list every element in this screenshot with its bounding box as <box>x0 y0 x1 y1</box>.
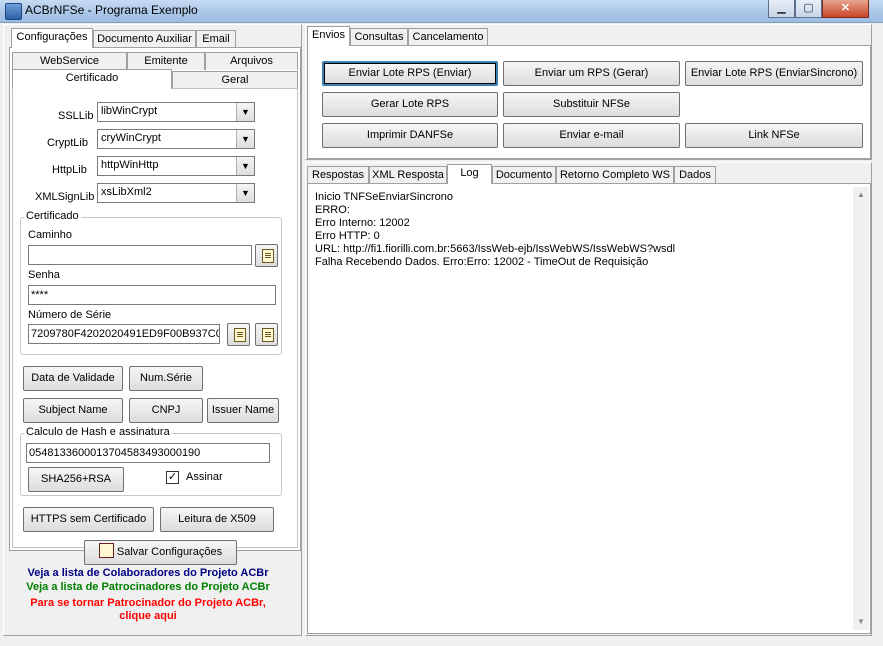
ssllib-value: libWinCrypt <box>101 105 158 117</box>
assinar-checkbox[interactable]: ✓ <box>166 471 179 484</box>
tab-documento-auxiliar[interactable]: Documento Auxiliar <box>93 30 196 48</box>
gerar-lote-rps-button[interactable]: Gerar Lote RPS <box>322 92 498 117</box>
substituir-nfse-button[interactable]: Substituir NFSe <box>503 92 680 117</box>
issuer-name-button[interactable]: Issuer Name <box>207 398 279 423</box>
cnpj-button[interactable]: CNPJ <box>129 398 203 423</box>
log-line: Erro HTTP: 0 <box>315 230 380 242</box>
salvar-configuracoes-button[interactable]: Salvar Configurações <box>84 540 237 565</box>
chevron-down-icon[interactable]: ▼ <box>236 103 254 121</box>
tab-dados[interactable]: Dados <box>674 166 716 184</box>
app-window: ACBrNFSe - Programa Exemplo ▁ ▢ ✕ Config… <box>0 0 883 646</box>
tab-arquivos[interactable]: Arquivos <box>205 52 298 70</box>
subject-name-button[interactable]: Subject Name <box>23 398 123 423</box>
numero-serie-label: Número de Série <box>28 309 112 321</box>
log-textarea[interactable]: Inicio TNFSeEnviarSincrono ERRO: Erro In… <box>311 187 853 630</box>
link-patrocinadores[interactable]: Veja a lista de Patrocinadores do Projet… <box>0 581 298 593</box>
assinar-label: Assinar <box>186 471 223 483</box>
tab-xml-resposta[interactable]: XML Resposta <box>369 166 447 184</box>
sha256-rsa-button[interactable]: SHA256+RSA <box>28 467 124 492</box>
tab-email[interactable]: Email <box>196 30 236 48</box>
select-certificate-button[interactable] <box>227 323 250 346</box>
xmlsignlib-value: xsLibXml2 <box>101 186 152 198</box>
tab-consultas[interactable]: Consultas <box>350 28 408 46</box>
tab-configuracoes[interactable]: Configurações <box>11 28 93 48</box>
right-bottom-panel: Respostas XML Resposta Log Documento Ret… <box>305 162 872 636</box>
scroll-down-icon[interactable]: ▼ <box>853 614 869 630</box>
tab-cancelamento[interactable]: Cancelamento <box>408 28 488 46</box>
minimize-button[interactable]: ▁ <box>768 0 795 18</box>
log-tab-body: Inicio TNFSeEnviarSincrono ERRO: Erro In… <box>307 183 871 634</box>
https-sem-certificado-button[interactable]: HTTPS sem Certificado <box>23 507 154 532</box>
title-bar: ACBrNFSe - Programa Exemplo ▁ ▢ ✕ <box>0 0 883 23</box>
cryptlib-label: CryptLib <box>47 137 88 149</box>
certificado-group-title: Certificado <box>24 210 81 222</box>
certificado-tab-body: SSLLib libWinCrypt ▼ CryptLib cryWinCryp… <box>12 88 298 548</box>
link-clique-aqui[interactable]: clique aqui <box>0 610 298 622</box>
certificado-group: Certificado Caminho Senha **** Número de… <box>20 210 282 355</box>
enviar-email-button[interactable]: Enviar e-mail <box>503 123 680 148</box>
httplib-value: httpWinHttp <box>101 159 159 171</box>
document-icon <box>262 249 274 263</box>
browse-file-button[interactable] <box>255 244 278 267</box>
tab-documento[interactable]: Documento <box>492 166 556 184</box>
numero-serie-input[interactable]: 7209780F4202020491ED9F00B937C02 <box>28 324 220 344</box>
log-line: Erro Interno: 12002 <box>315 217 410 229</box>
log-line: Inicio TNFSeEnviarSincrono <box>315 191 453 203</box>
save-icon <box>98 543 114 558</box>
httplib-label: HttpLib <box>52 164 87 176</box>
hash-group: Calculo de Hash e assinatura 05481336000… <box>20 426 282 496</box>
chevron-down-icon[interactable]: ▼ <box>236 184 254 202</box>
xmlsignlib-select[interactable]: xsLibXml2 ▼ <box>97 183 255 203</box>
cryptlib-value: cryWinCrypt <box>101 132 161 144</box>
num-serie-button[interactable]: Num.Série <box>129 366 203 391</box>
log-scrollbar[interactable]: ▲ ▼ <box>853 187 869 630</box>
tab-webservice[interactable]: WebService <box>12 52 127 70</box>
leitura-x509-button[interactable]: Leitura de X509 <box>160 507 274 532</box>
senha-label: Senha <box>28 269 60 281</box>
log-line: Falha Recebendo Dados. Erro:Erro: 12002 … <box>315 256 649 268</box>
salvar-label: Salvar Configurações <box>116 546 223 558</box>
tab-geral[interactable]: Geral <box>172 71 298 89</box>
config-tab-body: WebService Emitente Arquivos Certificado… <box>9 47 301 551</box>
caminho-input[interactable] <box>28 245 252 265</box>
httplib-select[interactable]: httpWinHttp ▼ <box>97 156 255 176</box>
right-top-panel: Envios Consultas Cancelamento Enviar Lot… <box>305 24 872 160</box>
hash-group-title: Calculo de Hash e assinatura <box>24 426 172 438</box>
ssllib-select[interactable]: libWinCrypt ▼ <box>97 102 255 122</box>
left-panel: Configurações Documento Auxiliar Email W… <box>3 24 302 636</box>
tab-emitente[interactable]: Emitente <box>127 52 205 70</box>
document-icon <box>262 328 274 342</box>
log-line: ERRO: <box>315 204 350 216</box>
xmlsignlib-label: XMLSignLib <box>35 191 95 203</box>
link-nfse-button[interactable]: Link NFSe <box>685 123 863 148</box>
maximize-button[interactable]: ▢ <box>795 0 822 18</box>
chevron-down-icon[interactable]: ▼ <box>236 157 254 175</box>
envios-tab-body: Enviar Lote RPS (Enviar) Enviar um RPS (… <box>307 45 871 159</box>
tab-certificado[interactable]: Certificado <box>12 69 172 89</box>
ssllib-label: SSLLib <box>58 110 94 122</box>
senha-input[interactable]: **** <box>28 285 276 305</box>
data-validade-button[interactable]: Data de Validade <box>23 366 123 391</box>
cryptlib-select[interactable]: cryWinCrypt ▼ <box>97 129 255 149</box>
enviar-um-rps-gerar-button[interactable]: Enviar um RPS (Gerar) <box>503 61 680 86</box>
caminho-label: Caminho <box>28 229 73 241</box>
view-certificate-button[interactable] <box>255 323 278 346</box>
log-line: URL: http://fi1.fiorilli.com.br:5663/Iss… <box>315 243 676 255</box>
tab-log[interactable]: Log <box>447 164 492 184</box>
enviar-lote-rps-sincrono-button[interactable]: Enviar Lote RPS (EnviarSincrono) <box>685 61 863 86</box>
tab-retorno-completo-ws[interactable]: Retorno Completo WS <box>556 166 674 184</box>
close-button[interactable]: ✕ <box>822 0 869 18</box>
window-title: ACBrNFSe - Programa Exemplo <box>25 3 198 17</box>
chevron-down-icon[interactable]: ▼ <box>236 130 254 148</box>
app-icon <box>5 3 22 20</box>
link-tornar-patrocinador[interactable]: Para se tornar Patrocinador do Projeto A… <box>0 597 298 609</box>
link-colaboradores[interactable]: Veja a lista de Colaboradores do Projeto… <box>0 567 298 579</box>
enviar-lote-rps-enviar-button[interactable]: Enviar Lote RPS (Enviar) <box>322 61 498 86</box>
tab-envios[interactable]: Envios <box>307 26 350 46</box>
document-icon <box>234 328 246 342</box>
scroll-up-icon[interactable]: ▲ <box>853 187 869 203</box>
hash-input[interactable]: 05481336000137045834930001​90 <box>26 443 270 463</box>
imprimir-danfse-button[interactable]: Imprimir DANFSe <box>322 123 498 148</box>
tab-respostas[interactable]: Respostas <box>307 166 369 184</box>
